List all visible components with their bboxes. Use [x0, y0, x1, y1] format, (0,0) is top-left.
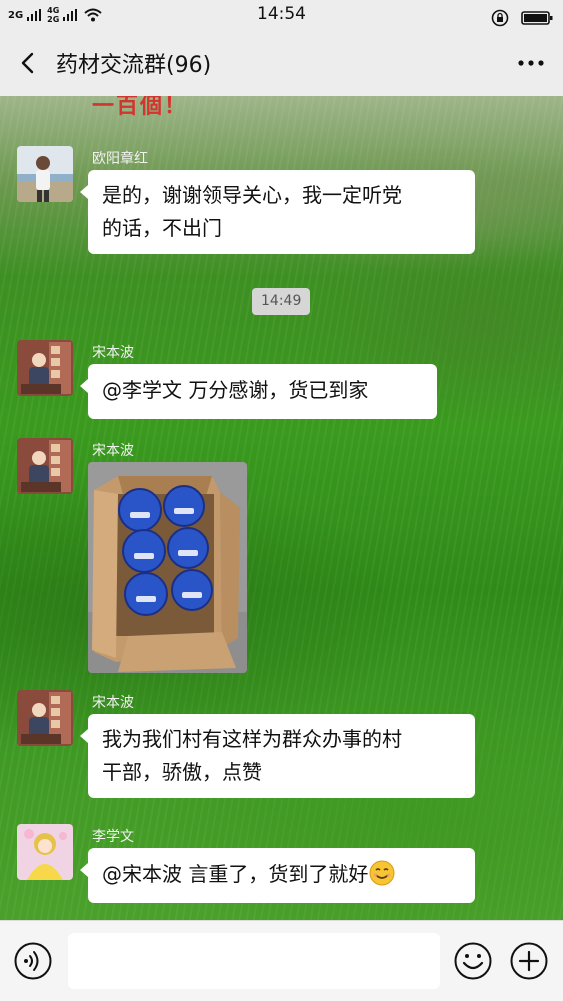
sender-name: 宋本波 [92, 443, 134, 459]
rotation-lock-icon [491, 9, 509, 26]
more-dots-icon[interactable] [515, 50, 547, 76]
battery-icon [521, 10, 553, 25]
message-line: @宋本波 言重了，货到了就好 [102, 862, 369, 886]
input-bar [0, 920, 563, 1001]
message-line: 我为我们村有这样为群众办事的村 [102, 727, 402, 751]
avatar[interactable] [17, 824, 73, 880]
message-bubble[interactable]: 是的，谢谢领导关心，我一定听党 的话，不出门 [80, 170, 475, 254]
plus-icon[interactable] [509, 941, 549, 981]
time-separator: 14:49 [252, 288, 311, 315]
message-bubble[interactable]: @宋本波 言重了，货到了就好 [80, 848, 475, 903]
avatar-image-song [17, 690, 73, 746]
message-bubble[interactable]: 我为我们村有这样为群众办事的村 干部，骄傲，点赞 [80, 714, 475, 798]
status-time: 14:54 [257, 4, 306, 24]
avatar-image-song [17, 438, 73, 494]
avatar-image-li [17, 824, 73, 880]
message-line: @李学文 万分感谢，货已到家 [102, 378, 369, 402]
wallpaper-sign-text: 一百個！ [92, 96, 189, 119]
message-bubble[interactable]: @李学文 万分感谢，货已到家 [80, 364, 437, 419]
message-list[interactable]: 一百個！ 欧阳章红 是的，谢谢领导关心，我一定听党 的话，不出门 14:49 宋… [0, 96, 563, 920]
image-message[interactable] [88, 462, 247, 673]
voice-icon[interactable] [13, 941, 53, 981]
chat-header: 药材交流群(96) [0, 30, 563, 97]
back-chevron-icon[interactable] [14, 48, 44, 78]
sender-name: 李学文 [92, 829, 134, 845]
status-bar: 2G 4G 2G 14:54 [0, 0, 563, 30]
avatar[interactable] [17, 340, 73, 396]
sender-name: 宋本波 [92, 345, 134, 361]
sender-name: 宋本波 [92, 695, 134, 711]
avatar-image-song [17, 340, 73, 396]
avatar[interactable] [17, 146, 73, 202]
chat-title: 药材交流群(96) [56, 53, 212, 78]
message-line: 的话，不出门 [102, 216, 222, 240]
smiley-emoji-icon [369, 860, 395, 886]
message-line: 是的，谢谢领导关心，我一定听党 [102, 183, 402, 207]
avatar-image-ouyang [17, 146, 73, 202]
emoji-icon[interactable] [453, 941, 493, 981]
sender-name: 欧阳章红 [92, 151, 148, 167]
status-right-icons [490, 7, 553, 27]
message-input[interactable] [68, 933, 440, 989]
photo-box-of-cans [88, 462, 247, 673]
avatar[interactable] [17, 690, 73, 746]
message-line: 干部，骄傲，点赞 [102, 760, 262, 784]
avatar[interactable] [17, 438, 73, 494]
